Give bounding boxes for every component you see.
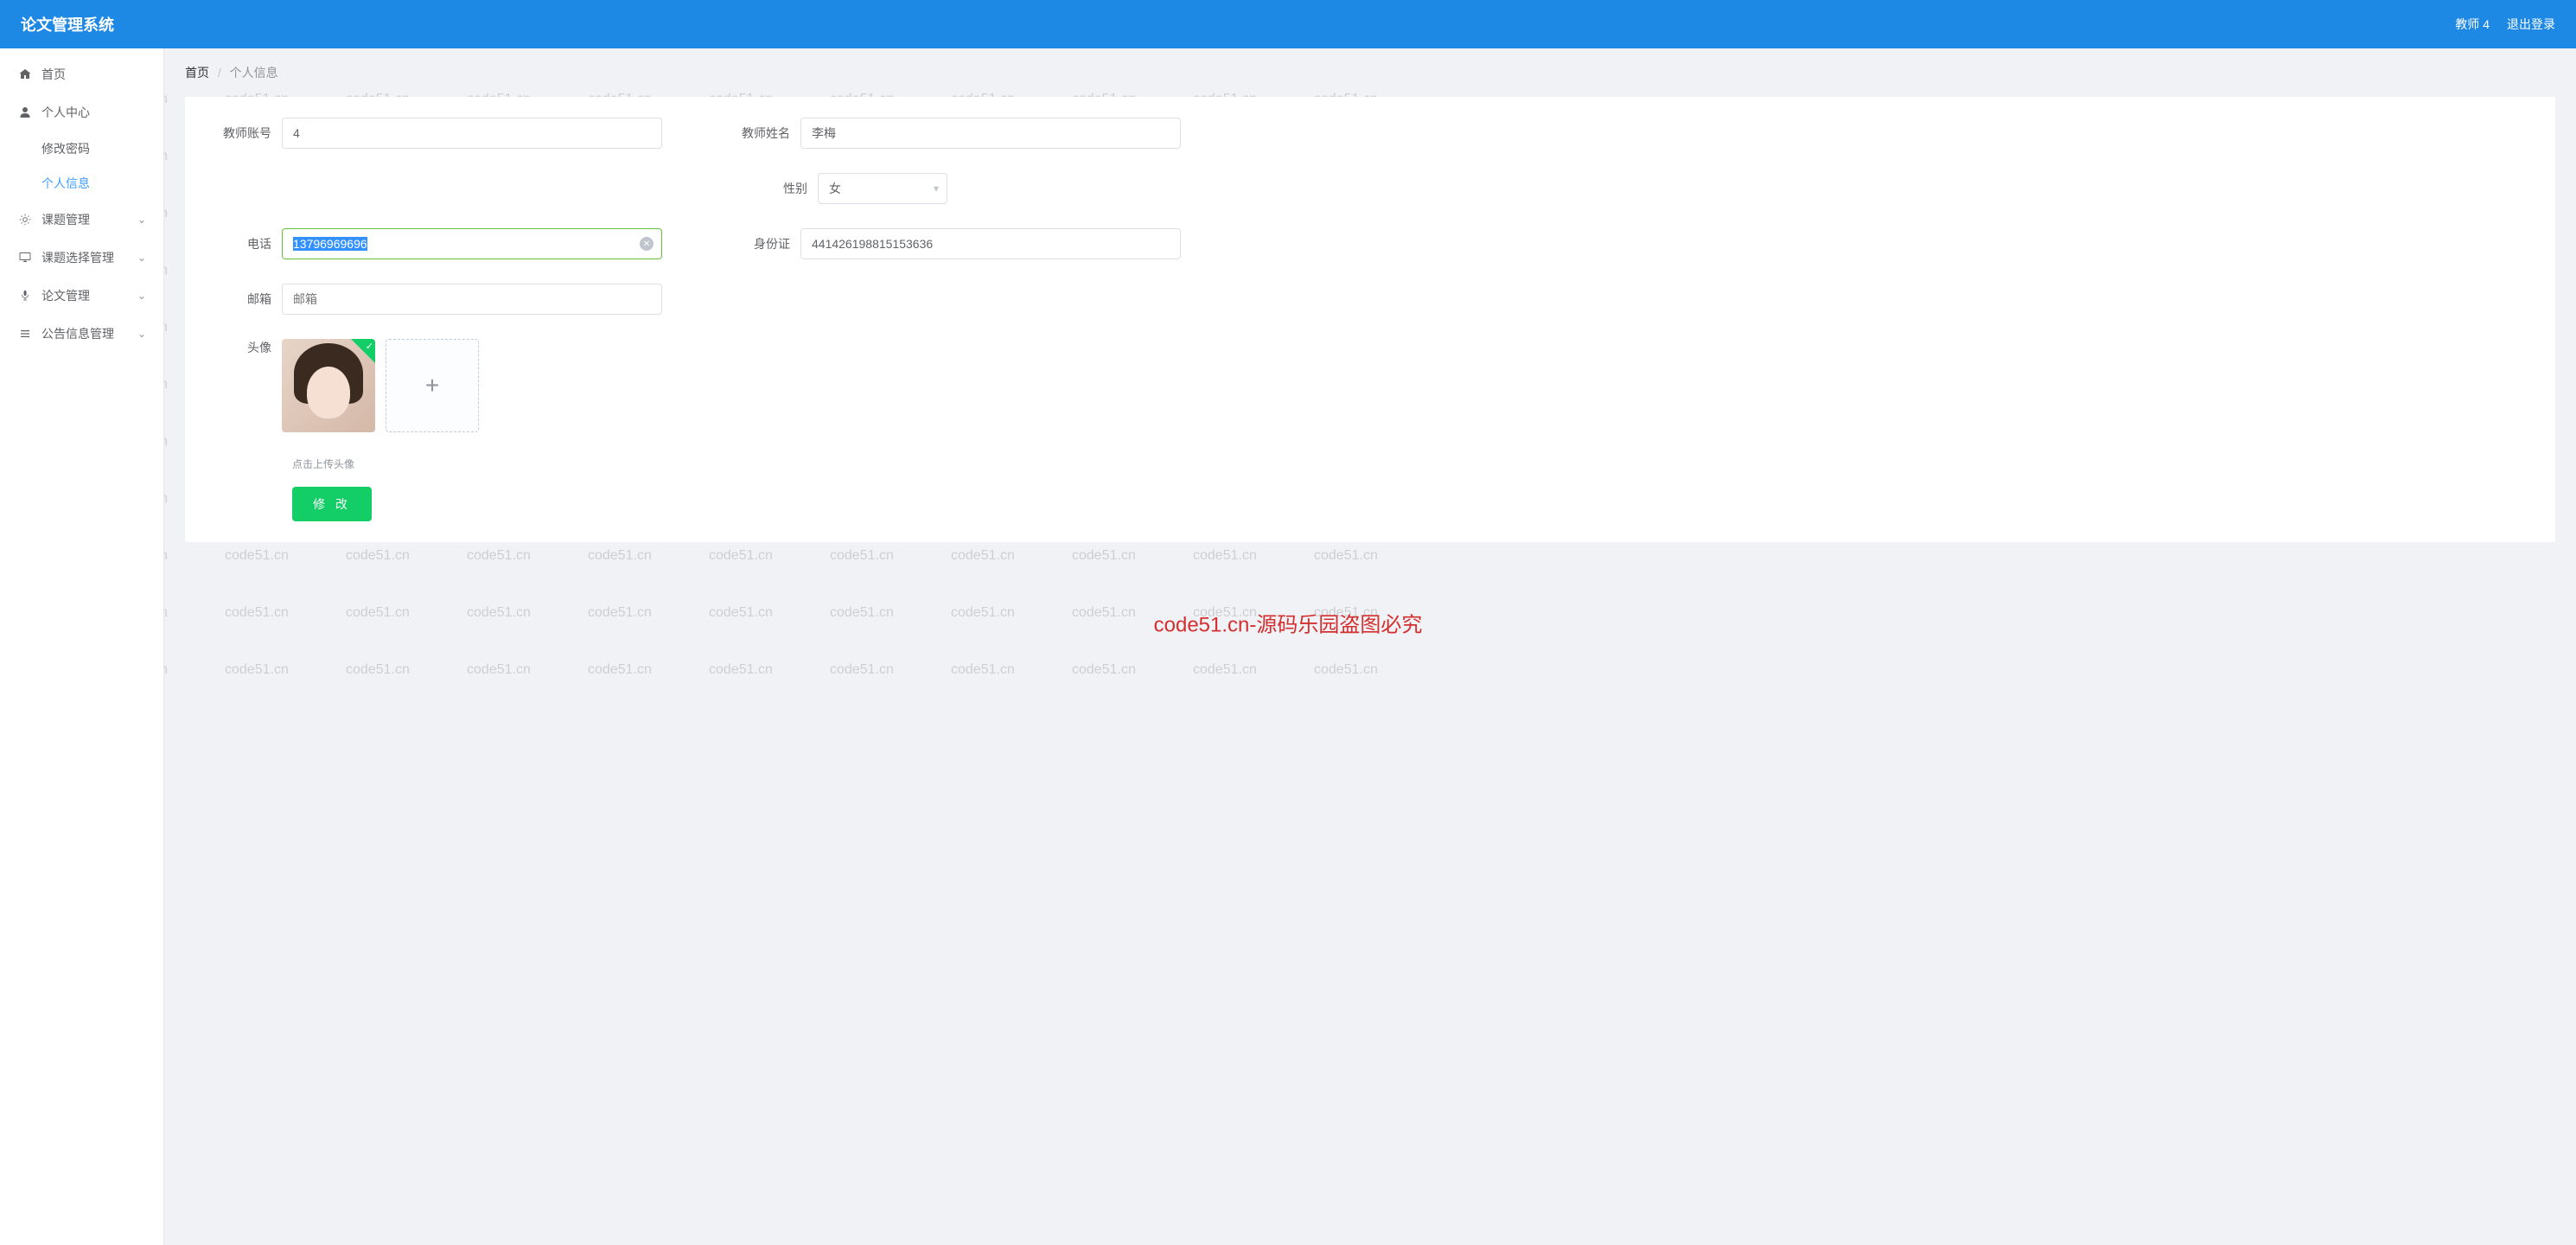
chevron-down-icon: ⌄	[137, 328, 146, 340]
sidebar-label: 公告信息管理	[41, 325, 114, 342]
upload-button[interactable]: +	[386, 339, 479, 432]
sidebar-item-thesis-mgmt[interactable]: 论文管理 ⌄	[0, 277, 163, 315]
teacher-account-input[interactable]	[282, 118, 662, 149]
avatar-label: 头像	[213, 339, 282, 356]
phone-input[interactable]	[282, 228, 662, 259]
breadcrumb-current: 个人信息	[230, 66, 278, 80]
breadcrumb-home[interactable]: 首页	[185, 66, 209, 80]
chevron-down-icon: ⌄	[137, 214, 146, 226]
sidebar-item-personal-center[interactable]: 个人中心	[0, 93, 163, 131]
email-input[interactable]	[282, 284, 662, 315]
monitor-icon	[17, 250, 33, 265]
clear-icon[interactable]: ✕	[640, 237, 654, 251]
chevron-down-icon: ⌄	[137, 252, 146, 264]
sidebar-item-topic-mgmt[interactable]: 课题管理 ⌄	[0, 201, 163, 239]
sidebar-label: 论文管理	[41, 287, 90, 304]
user-label[interactable]: 教师 4	[2455, 16, 2490, 33]
sidebar-item-topic-select-mgmt[interactable]: 课题选择管理 ⌄	[0, 239, 163, 277]
sidebar-label: 个人信息	[41, 176, 90, 190]
breadcrumb: 首页 / 个人信息	[185, 64, 2555, 81]
app-title: 论文管理系统	[21, 13, 114, 35]
phone-label: 电话	[213, 235, 282, 252]
idcard-input[interactable]	[800, 228, 1181, 259]
main-content: 首页 / 个人信息 教师账号 教师姓名 性别	[164, 48, 2576, 1245]
sidebar-label: 课题管理	[41, 211, 90, 228]
sidebar-subitem-personal-info[interactable]: 个人信息	[0, 166, 163, 201]
sidebar-item-home[interactable]: 首页	[0, 55, 163, 93]
breadcrumb-separator: /	[218, 66, 221, 80]
sidebar: 首页 个人中心 修改密码 个人信息 课题管理 ⌄ 课题选择管理 ⌄	[0, 48, 164, 1245]
teacher-name-input[interactable]	[800, 118, 1181, 149]
submit-button[interactable]: 修 改	[292, 487, 372, 521]
idcard-label: 身份证	[731, 235, 800, 252]
email-label: 邮箱	[213, 290, 282, 308]
home-icon	[17, 67, 33, 82]
header-bar: 论文管理系统 教师 4 退出登录	[0, 0, 2576, 48]
sidebar-subitem-change-password[interactable]: 修改密码	[0, 131, 163, 166]
sidebar-label: 首页	[41, 66, 66, 83]
upload-hint: 点击上传头像	[292, 456, 2528, 471]
plus-icon: +	[425, 372, 439, 399]
user-icon	[17, 105, 33, 120]
sidebar-label: 修改密码	[41, 142, 90, 156]
form-card: 教师账号 教师姓名 性别 电话	[185, 97, 2555, 542]
logout-link[interactable]: 退出登录	[2507, 16, 2555, 33]
header-right: 教师 4 退出登录	[2455, 16, 2555, 33]
sidebar-item-notice-mgmt[interactable]: 公告信息管理 ⌄	[0, 315, 163, 353]
check-icon	[351, 339, 375, 363]
mic-icon	[17, 288, 33, 303]
gear-icon	[17, 212, 33, 227]
avatar-preview[interactable]	[282, 339, 375, 432]
chevron-down-icon: ⌄	[137, 290, 146, 302]
sidebar-label: 个人中心	[41, 104, 90, 121]
sidebar-label: 课题选择管理	[41, 249, 114, 266]
teacher-account-label: 教师账号	[213, 124, 282, 142]
gender-select[interactable]	[818, 173, 947, 204]
teacher-name-label: 教师姓名	[731, 124, 800, 142]
list-icon	[17, 326, 33, 342]
gender-label: 性别	[749, 180, 818, 197]
